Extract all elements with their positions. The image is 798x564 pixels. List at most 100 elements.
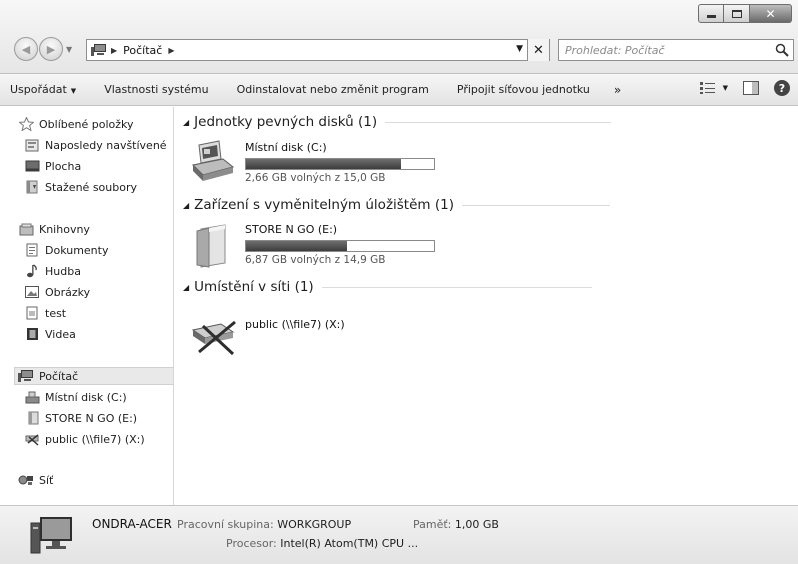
sidebar-item-documents[interactable]: Dokumenty xyxy=(24,241,108,259)
processor-value: Intel(R) Atom(TM) CPU ... xyxy=(280,537,419,550)
removable-drive-icon xyxy=(196,224,226,268)
chevron-down-icon: ▼ xyxy=(722,84,728,92)
back-button[interactable]: ◀ xyxy=(14,37,38,61)
group-divider xyxy=(461,204,610,206)
removable-drive-icon xyxy=(24,411,40,425)
address-bar[interactable]: ▶ Počítač ▶ ▼ ✕ xyxy=(86,39,550,61)
organize-button[interactable]: Uspořádat ▼ xyxy=(0,83,90,96)
drive-name: Místní disk (C:) xyxy=(245,141,327,154)
sidebar-item-label: Dokumenty xyxy=(45,243,109,257)
change-view-button[interactable]: ▼ xyxy=(699,81,728,95)
close-icon: ✕ xyxy=(765,6,776,21)
workgroup-value: WORKGROUP xyxy=(277,518,352,531)
drive-usage-fill xyxy=(246,159,401,169)
drive-local-disk-c[interactable]: Místní disk (C:) 2,66 GB volných z 15,0 … xyxy=(189,139,435,184)
group-title: Zařízení s vyměnitelným úložištěm (1) xyxy=(194,197,454,213)
sidebar-item-network-drive[interactable]: public (\\file7) (X:) xyxy=(24,430,145,448)
music-note-icon xyxy=(24,264,40,278)
sidebar-item-desktop[interactable]: Plocha xyxy=(24,157,81,175)
command-bar: Uspořádat ▼ Vlastnosti systému Odinstalov… xyxy=(0,74,798,106)
search-box[interactable] xyxy=(558,39,794,61)
help-icon[interactable]: ? xyxy=(774,80,790,96)
collapse-triangle-icon: ◢ xyxy=(183,117,190,127)
group-hard-disks-header[interactable]: ◢ Jednotky pevných disků (1) xyxy=(183,114,612,130)
computer-icon xyxy=(30,517,72,554)
memory-info: Paměť: 1,00 GB xyxy=(413,518,499,531)
back-arrow-icon: ◀ xyxy=(21,42,31,56)
group-divider xyxy=(385,121,612,123)
recent-pages-dropdown[interactable]: ▼ xyxy=(66,45,72,54)
sidebar-item-local-disk[interactable]: Místní disk (C:) xyxy=(24,388,127,406)
close-button[interactable]: ✕ xyxy=(750,4,792,23)
sidebar-item-videos[interactable]: Videa xyxy=(24,325,76,343)
sidebar-item-pictures[interactable]: Obrázky xyxy=(24,283,90,301)
local-disk-icon xyxy=(24,390,40,404)
drive-free-space: 2,66 GB volných z 15,0 GB xyxy=(245,172,386,184)
sidebar-network-label: Síť xyxy=(39,473,54,487)
sidebar-item-store-n-go[interactable]: STORE N GO (E:) xyxy=(24,409,137,427)
processor-label: Procesor: xyxy=(226,537,277,550)
navigation-buttons: ◀ ▶ ▼ xyxy=(14,37,72,61)
window-titlebar: ✕ ◀ ▶ ▼ ▶ Počítač ▶ ▼ ✕ xyxy=(0,0,798,74)
collapse-triangle-icon: ◢ xyxy=(183,200,190,210)
sidebar-computer[interactable]: Počítač xyxy=(14,367,173,385)
uninstall-program-button[interactable]: Odinstalovat nebo změnit program xyxy=(223,83,443,96)
computer-name: ONDRA-ACER xyxy=(92,517,172,531)
computer-icon xyxy=(91,44,106,56)
sidebar-item-label: Plocha xyxy=(45,159,82,173)
group-removable-header[interactable]: ◢ Zařízení s vyměnitelným úložištěm (1) xyxy=(183,197,610,213)
forward-button[interactable]: ▶ xyxy=(39,37,63,61)
network-icon xyxy=(18,473,34,487)
desktop-icon xyxy=(24,159,40,173)
network-drive-icon xyxy=(24,432,40,446)
network-drive-icon xyxy=(191,320,236,356)
drive-network-public-x[interactable]: public (\\file7) (X:) xyxy=(189,316,345,356)
close-icon: ✕ xyxy=(533,42,544,58)
search-input[interactable] xyxy=(559,40,759,60)
view-controls: ▼ ? xyxy=(699,80,790,96)
search-icon[interactable] xyxy=(775,43,789,57)
sidebar-item-label: Naposledy navštívené xyxy=(45,138,167,152)
documents-icon xyxy=(24,243,40,257)
drive-usage-bar xyxy=(245,240,435,252)
chevron-down-icon: ▼ xyxy=(70,87,77,95)
sidebar-libraries[interactable]: Knihovny xyxy=(18,220,90,238)
sidebar-item-music[interactable]: Hudba xyxy=(24,262,81,280)
downloads-folder-icon xyxy=(24,180,40,194)
collapse-triangle-icon: ◢ xyxy=(183,282,190,292)
maximize-icon xyxy=(731,9,742,18)
sidebar-network[interactable]: Síť xyxy=(18,471,53,489)
recent-places-icon xyxy=(24,138,40,152)
sidebar-item-recent[interactable]: Naposledy navštívené xyxy=(24,136,167,154)
system-properties-button[interactable]: Vlastnosti systému xyxy=(90,83,222,96)
drive-usage-fill xyxy=(246,241,348,251)
libraries-icon xyxy=(18,222,34,236)
map-network-drive-button[interactable]: Připojit síťovou jednotku xyxy=(443,83,604,96)
group-title: Jednotky pevných disků (1) xyxy=(194,114,378,130)
sidebar-item-downloads[interactable]: Stažené soubory xyxy=(24,178,137,196)
sidebar-item-label: Videa xyxy=(45,327,76,341)
minimize-button[interactable] xyxy=(698,4,724,23)
toolbar-overflow-button[interactable]: » xyxy=(604,83,631,97)
sidebar-favorites-label: Oblíbené položky xyxy=(39,117,134,131)
breadcrumb-arrow-icon[interactable]: ▶ xyxy=(111,46,117,55)
clear-address-button[interactable]: ✕ xyxy=(527,39,549,61)
drive-store-n-go-e[interactable]: STORE N GO (E:) 6,87 GB volných z 14,9 G… xyxy=(189,221,435,269)
workgroup-info: Pracovní skupina: WORKGROUP xyxy=(177,518,351,531)
preview-pane-icon[interactable] xyxy=(742,80,760,96)
maximize-button[interactable] xyxy=(724,4,750,23)
breadcrumb-computer[interactable]: Počítač xyxy=(123,44,162,57)
sidebar-favorites[interactable]: Oblíbené položky xyxy=(18,115,134,133)
breadcrumb-arrow-icon[interactable]: ▶ xyxy=(168,46,174,55)
address-history-dropdown[interactable]: ▼ xyxy=(516,44,523,54)
group-network-header[interactable]: ◢ Umístění v síti (1) xyxy=(183,279,592,295)
window-controls: ✕ xyxy=(698,4,792,23)
group-divider xyxy=(321,286,592,288)
navigation-pane: Oblíbené položky Naposledy navštívené Pl… xyxy=(0,107,174,505)
drive-name: public (\\file7) (X:) xyxy=(245,318,345,331)
forward-arrow-icon: ▶ xyxy=(46,42,56,56)
hard-drive-icon xyxy=(191,140,235,181)
view-details-icon xyxy=(699,82,715,94)
sidebar-item-test[interactable]: test xyxy=(24,304,66,322)
content-pane: ◢ Jednotky pevných disků (1) Místní disk… xyxy=(175,107,798,505)
